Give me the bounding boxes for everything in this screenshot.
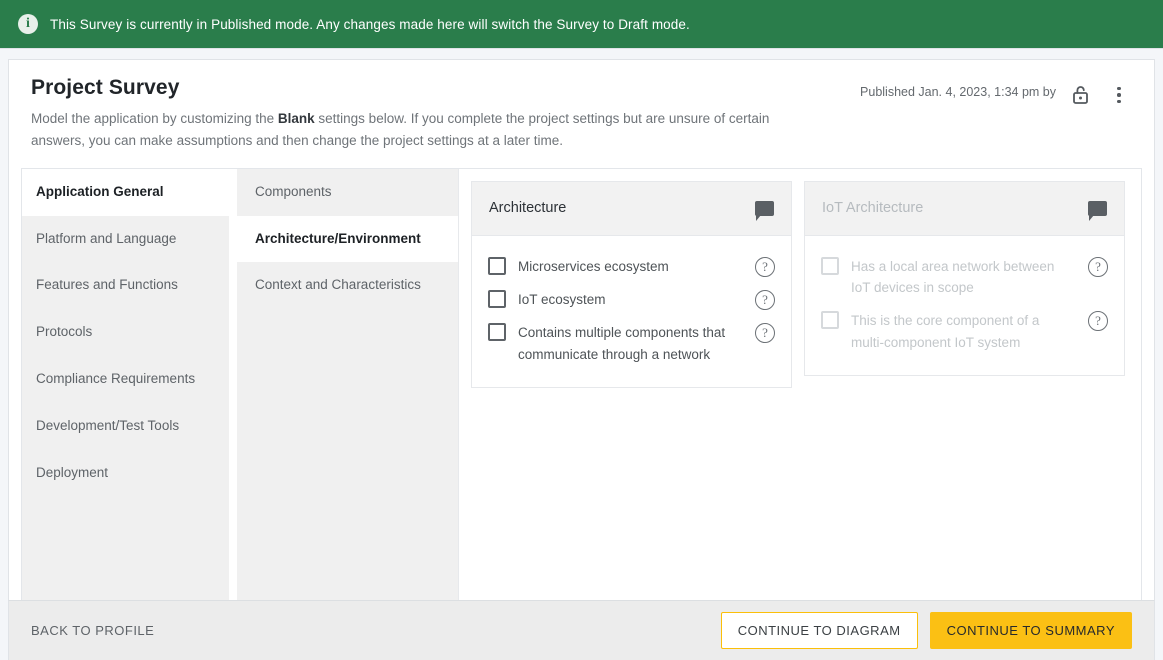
- description-bold: Blank: [278, 111, 315, 126]
- survey-header-text: Project Survey Model the application by …: [31, 76, 860, 152]
- sidebar-item-compliance-requirements[interactable]: Compliance Requirements: [22, 356, 229, 403]
- page-title: Project Survey: [31, 76, 860, 100]
- card-body: Has a local area network between IoT dev…: [805, 236, 1124, 375]
- subnav-item-components[interactable]: Components: [237, 169, 458, 216]
- back-to-profile-link[interactable]: BACK TO PROFILE: [31, 623, 721, 638]
- primary-nav: Application General Platform and Languag…: [22, 169, 237, 600]
- question-label: Has a local area network between IoT dev…: [851, 256, 1076, 299]
- survey-footer: BACK TO PROFILE CONTINUE TO DIAGRAM CONT…: [8, 600, 1155, 660]
- question-row: Contains multiple components that commun…: [486, 316, 777, 371]
- question-row: This is the core component of a multi-co…: [819, 304, 1110, 359]
- continue-to-summary-button[interactable]: CONTINUE TO SUMMARY: [930, 612, 1132, 649]
- survey-page: i This Survey is currently in Published …: [0, 0, 1163, 660]
- checkbox-microservices-ecosystem[interactable]: [488, 257, 506, 275]
- info-circle-icon: i: [18, 14, 38, 34]
- sidebar-item-features-and-functions[interactable]: Features and Functions: [22, 262, 229, 309]
- comment-bubble-icon[interactable]: [755, 201, 774, 216]
- card-header: IoT Architecture: [805, 182, 1124, 236]
- card-title: Architecture: [489, 200, 755, 216]
- card-iot-architecture: IoT Architecture Has a local area networ…: [804, 181, 1125, 376]
- survey-content: Architecture Microservices ecosystem ? I…: [459, 169, 1141, 600]
- card-title: IoT Architecture: [822, 200, 1088, 216]
- sidebar-item-development-test-tools[interactable]: Development/Test Tools: [22, 403, 229, 450]
- kebab-menu-icon[interactable]: [1106, 82, 1132, 108]
- checkbox-core-component-multi-component: [821, 311, 839, 329]
- published-mode-banner: i This Survey is currently in Published …: [0, 0, 1163, 49]
- question-row: IoT ecosystem ?: [486, 283, 777, 316]
- help-circle-icon[interactable]: ?: [755, 290, 775, 310]
- survey-panel: Application General Platform and Languag…: [21, 168, 1142, 600]
- banner-message: This Survey is currently in Published mo…: [50, 17, 690, 32]
- page-description: Model the application by customizing the…: [31, 108, 821, 152]
- description-part1: Model the application by customizing the: [31, 111, 278, 126]
- published-status: Published Jan. 4, 2023, 1:34 pm by: [860, 82, 1056, 99]
- question-label: Contains multiple components that commun…: [518, 322, 743, 365]
- continue-to-diagram-button[interactable]: CONTINUE TO DIAGRAM: [721, 612, 918, 649]
- comment-bubble-icon[interactable]: [1088, 201, 1107, 216]
- checkbox-has-local-area-network: [821, 257, 839, 275]
- help-circle-icon[interactable]: ?: [1088, 311, 1108, 331]
- card-architecture: Architecture Microservices ecosystem ? I…: [471, 181, 792, 388]
- card-body: Microservices ecosystem ? IoT ecosystem …: [472, 236, 791, 387]
- survey-sheet: Project Survey Model the application by …: [8, 59, 1155, 600]
- subnav-item-architecture-environment[interactable]: Architecture/Environment: [237, 216, 458, 263]
- card-header: Architecture: [472, 182, 791, 236]
- question-label: This is the core component of a multi-co…: [851, 310, 1076, 353]
- question-label: IoT ecosystem: [518, 289, 743, 310]
- checkbox-iot-ecosystem[interactable]: [488, 290, 506, 308]
- survey-header-actions: Published Jan. 4, 2023, 1:34 pm by: [860, 76, 1132, 152]
- sidebar-item-application-general[interactable]: Application General: [22, 169, 229, 216]
- sidebar-item-deployment[interactable]: Deployment: [22, 450, 229, 497]
- sidebar-item-protocols[interactable]: Protocols: [22, 309, 229, 356]
- help-circle-icon[interactable]: ?: [1088, 257, 1108, 277]
- subnav-item-context-and-characteristics[interactable]: Context and Characteristics: [237, 262, 458, 309]
- secondary-nav: Components Architecture/Environment Cont…: [237, 169, 459, 600]
- unlocked-padlock-icon[interactable]: [1068, 82, 1094, 108]
- question-row: Microservices ecosystem ?: [486, 250, 777, 283]
- question-label: Microservices ecosystem: [518, 256, 743, 277]
- question-row: Has a local area network between IoT dev…: [819, 250, 1110, 305]
- sidebar-item-platform-and-language[interactable]: Platform and Language: [22, 216, 229, 263]
- checkbox-contains-multiple-components[interactable]: [488, 323, 506, 341]
- survey-header: Project Survey Model the application by …: [9, 60, 1154, 162]
- help-circle-icon[interactable]: ?: [755, 257, 775, 277]
- help-circle-icon[interactable]: ?: [755, 323, 775, 343]
